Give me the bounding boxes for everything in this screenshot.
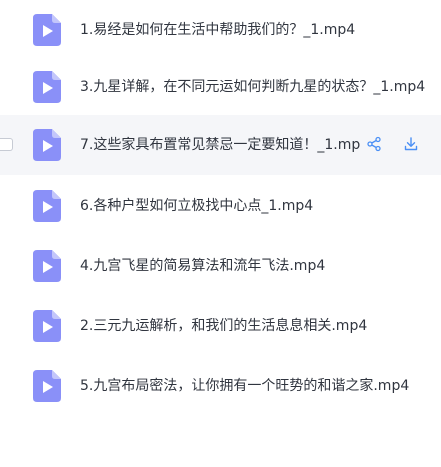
file-row[interactable]: 3.九星详解，在不同元运如何判断九星的状态？_1.mp4 — [0, 57, 441, 117]
file-name[interactable]: 1.易经是如何在生活中帮助我们的？_1.mp4 — [80, 0, 355, 60]
video-file-icon — [33, 370, 61, 402]
file-name[interactable]: 6.各种户型如何立极找中心点_1.mp4 — [80, 176, 313, 236]
file-name[interactable]: 4.九宫飞星的简易算法和流年飞法.mp4 — [80, 236, 325, 296]
file-row[interactable]: 4.九宫飞星的简易算法和流年飞法.mp4 — [0, 236, 441, 296]
file-name[interactable]: 7.这些家具布置常见禁忌一定要知道！_1.mp4 — [80, 115, 360, 175]
video-file-icon — [33, 129, 61, 161]
file-row[interactable]: 7.这些家具布置常见禁忌一定要知道！_1.mp4 — [0, 115, 441, 175]
row-checkbox[interactable] — [0, 138, 13, 151]
file-name[interactable]: 5.九宫布局密法，让你拥有一个旺势的和谐之家.mp4 — [80, 356, 409, 416]
file-row[interactable]: 2.三元九运解析，和我们的生活息息相关.mp4 — [0, 296, 441, 356]
video-file-icon — [33, 14, 61, 46]
video-file-icon — [33, 250, 61, 282]
file-row[interactable]: 6.各种户型如何立极找中心点_1.mp4 — [0, 176, 441, 236]
video-file-icon — [33, 310, 61, 342]
file-row[interactable]: 5.九宫布局密法，让你拥有一个旺势的和谐之家.mp4 — [0, 356, 441, 416]
file-list: 1.易经是如何在生活中帮助我们的？_1.mp4 3.九星详解，在不同元运如何判断… — [0, 0, 441, 467]
file-row[interactable]: 1.易经是如何在生活中帮助我们的？_1.mp4 — [0, 0, 441, 60]
download-icon[interactable] — [403, 136, 419, 152]
share-icon[interactable] — [366, 136, 382, 152]
video-file-icon — [33, 190, 61, 222]
file-name[interactable]: 2.三元九运解析，和我们的生活息息相关.mp4 — [80, 296, 367, 356]
file-name[interactable]: 3.九星详解，在不同元运如何判断九星的状态？_1.mp4 — [80, 57, 425, 117]
video-file-icon — [33, 71, 61, 103]
